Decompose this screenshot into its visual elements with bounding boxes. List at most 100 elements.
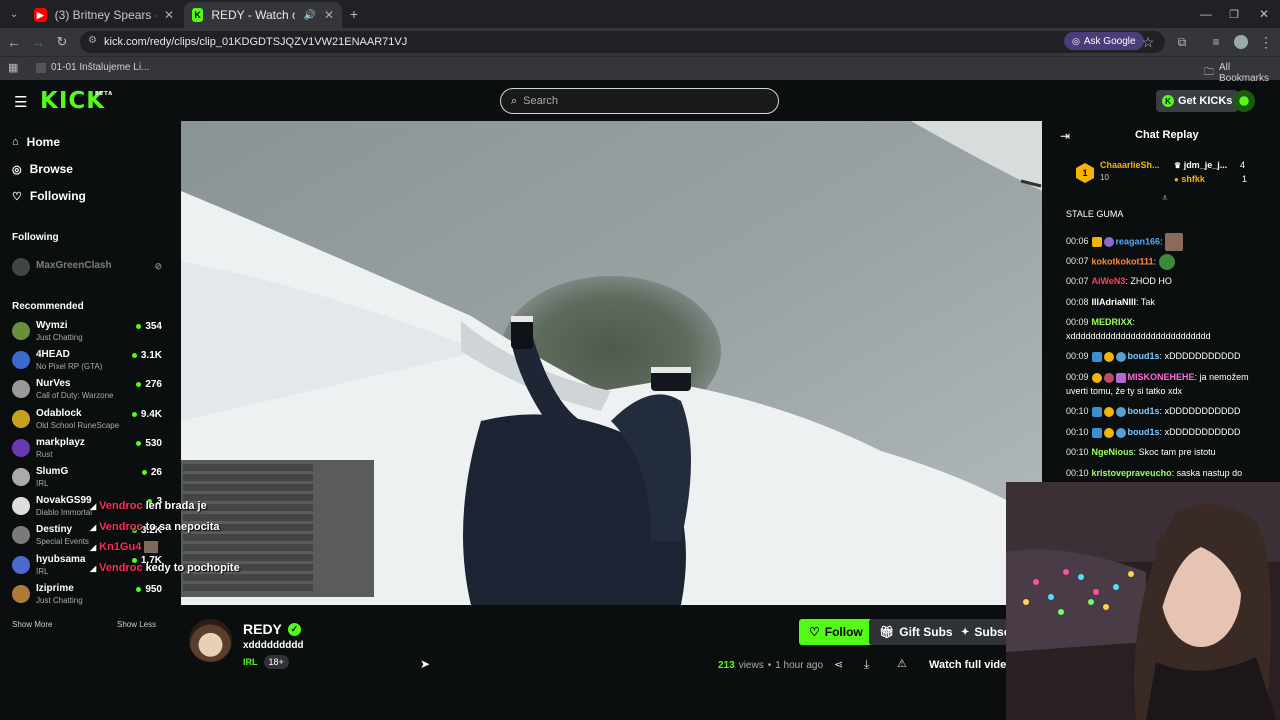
category-link[interactable]: IRL bbox=[243, 657, 258, 667]
collapse-chat-icon[interactable]: ⇥ bbox=[1060, 129, 1070, 143]
chat-username[interactable]: MISKONEHEHE bbox=[1128, 372, 1195, 382]
viewer-count-text: 530 bbox=[145, 437, 162, 449]
search-placeholder: Search bbox=[523, 95, 559, 107]
forward-button[interactable]: → bbox=[28, 32, 48, 52]
chat-message-text: xDDDDDDDDDDD bbox=[1164, 427, 1241, 437]
subscribe-label: Subsc bbox=[974, 625, 1008, 639]
speaker-icon[interactable]: 🔊 bbox=[303, 10, 315, 21]
chat-username[interactable]: reagan166 bbox=[1116, 236, 1161, 246]
chat-username[interactable]: boud1s bbox=[1128, 427, 1160, 437]
kicks-coin-icon: K bbox=[1162, 95, 1174, 107]
url-bar[interactable]: ⚙ kick.com/redy/clips/clip_01KDGDTSJQZV1… bbox=[80, 31, 1165, 53]
sidebar-item-wymzi[interactable]: Wymzi Just Chatting 354 bbox=[12, 320, 162, 348]
show-less-button[interactable]: Show Less bbox=[117, 620, 156, 629]
sidebar-item-slumg[interactable]: SlumG IRL 26 bbox=[12, 466, 162, 494]
chat-username[interactable]: MEDRIXX bbox=[1092, 317, 1133, 327]
ask-google-button[interactable]: ◎ Ask Google bbox=[1064, 32, 1144, 50]
browser-menu-icon[interactable]: ⋮ bbox=[1256, 32, 1276, 52]
follow-button[interactable]: ♡ Follow bbox=[799, 619, 873, 645]
kick-favicon-icon: K bbox=[192, 8, 204, 22]
channel-name: markplayz bbox=[36, 436, 85, 448]
expand-leaderboard-icon[interactable]: ⩡ bbox=[1162, 193, 1168, 204]
chat-message: 00:10 NgeNious: Skoc tam pre istotu bbox=[1066, 447, 1216, 457]
channel-name: Wymzi bbox=[36, 320, 68, 331]
sidebar-item-markplayz[interactable]: markplayz Rust 530 bbox=[12, 437, 162, 465]
avatar bbox=[12, 258, 30, 276]
avatar bbox=[12, 322, 30, 340]
window-close-button[interactable]: ✕ bbox=[1254, 4, 1274, 24]
overlay-text: kedy to pochopite bbox=[145, 562, 240, 574]
channel-name: NovakGS99 bbox=[36, 495, 92, 507]
leader-row: ● shfkk bbox=[1174, 174, 1205, 184]
overlay-user: Vendroc bbox=[99, 521, 143, 533]
viewer-count-text: 26 bbox=[150, 467, 162, 478]
new-tab-button[interactable]: + bbox=[344, 4, 364, 24]
sidebar-item-browse[interactable]: ◎ Browse bbox=[12, 162, 73, 176]
subscribe-button[interactable]: ✦ Subsc bbox=[953, 619, 1008, 645]
bookmark-item[interactable]: 01-01 Inštalujeme Li... bbox=[36, 62, 149, 73]
sidebar-item-iziprime[interactable]: Iziprime Just Chatting 950 bbox=[12, 583, 162, 611]
chat-username[interactable]: boud1s bbox=[1128, 351, 1160, 361]
close-tab-icon[interactable]: ✕ bbox=[164, 8, 174, 22]
chat-message-text: xDDDDDDDDDDD bbox=[1164, 406, 1241, 416]
media-control-icon[interactable]: ≡ bbox=[1206, 32, 1226, 52]
sidebar-item-4head[interactable]: 4HEAD No Pixel RP (GTA) 3.1K bbox=[12, 349, 162, 377]
sidebar-item-home[interactable]: ⌂ Home bbox=[12, 135, 60, 149]
channel-name[interactable]: REDY ✓ bbox=[243, 621, 301, 637]
sidebar-item-nurves[interactable]: NurVes Call of Duty: Warzone 276 bbox=[12, 378, 162, 406]
chat-username[interactable]: kokotkokot111 bbox=[1092, 256, 1154, 266]
sidebar-item-following[interactable]: ♡ Following bbox=[12, 189, 86, 203]
star-icon: ✦ bbox=[961, 626, 970, 638]
kick-logo[interactable]: KICK BETA bbox=[40, 88, 112, 114]
search-input[interactable]: ⌕ Search bbox=[500, 88, 779, 114]
extensions-icon[interactable]: ⧉ bbox=[1172, 32, 1192, 52]
hamburger-menu-icon[interactable]: ☰ bbox=[14, 93, 27, 111]
sidebar-item-odablock[interactable]: Odablock Old School RuneScape 9.4K bbox=[12, 408, 162, 436]
watch-full-video-button[interactable]: Watch full vide bbox=[929, 659, 1006, 671]
badge-icon bbox=[1091, 406, 1102, 417]
tab-kick[interactable]: K REDY - Watch clips on Kick 🔊 ✕ bbox=[184, 2, 342, 28]
tab-youtube[interactable]: ▶ (3) Britney Spears - I Wanna Go ✕ bbox=[26, 2, 182, 28]
leader-count: 4 bbox=[1240, 160, 1246, 170]
leader-row: ♛ jdm_je_j... bbox=[1174, 160, 1227, 170]
get-kicks-button[interactable]: K Get KICKs bbox=[1156, 90, 1239, 112]
following-channel[interactable]: MaxGreenClash ⊘ bbox=[12, 256, 162, 284]
back-button[interactable]: ← bbox=[4, 32, 24, 52]
chat-username[interactable]: IllAdriaNIll bbox=[1092, 297, 1137, 307]
tab-search-icon[interactable]: ⌄ bbox=[4, 4, 24, 24]
share-icon[interactable]: ⋖ bbox=[834, 658, 843, 671]
report-icon[interactable]: ⚠ bbox=[897, 657, 907, 670]
chat-username[interactable]: boud1s bbox=[1128, 406, 1160, 416]
overlay-text: len brada je bbox=[145, 500, 207, 512]
emote-icon bbox=[144, 541, 159, 553]
chat-timestamp: 00:10 bbox=[1066, 406, 1089, 416]
chat-message: 00:09 boud1s: xDDDDDDDDDDD bbox=[1066, 351, 1241, 362]
reload-button[interactable]: ↻ bbox=[52, 32, 72, 52]
profile-avatar[interactable] bbox=[1234, 35, 1248, 49]
site-info-icon[interactable]: ⚙ bbox=[88, 35, 97, 46]
avatar bbox=[12, 438, 30, 457]
chat-message-text: xDDDDDDDDDDD bbox=[1164, 351, 1241, 361]
chat-message: 00:07 AiWeN3: ZHOD HO bbox=[1066, 276, 1172, 286]
chat-username[interactable]: NgeNious bbox=[1092, 447, 1134, 457]
bookmark-star-icon[interactable]: ☆ bbox=[1138, 32, 1158, 52]
show-more-button[interactable]: Show More bbox=[12, 620, 52, 629]
minimize-button[interactable]: — bbox=[1196, 4, 1216, 24]
chat-username[interactable]: kristovepraveucho bbox=[1092, 468, 1172, 478]
apps-grid-icon[interactable]: ▦ bbox=[8, 61, 18, 74]
live-dot-icon bbox=[136, 382, 142, 388]
chat-username[interactable]: AiWeN3 bbox=[1092, 276, 1126, 286]
user-avatar[interactable] bbox=[1233, 90, 1255, 112]
channel-avatar[interactable] bbox=[189, 619, 232, 662]
nav-label: Browse bbox=[29, 162, 73, 176]
viewer-count: 354 bbox=[136, 321, 162, 332]
close-tab-icon[interactable]: ✕ bbox=[324, 8, 334, 22]
restore-button[interactable]: ❐ bbox=[1224, 4, 1244, 24]
channel-name: 4HEAD bbox=[36, 349, 70, 361]
gift-subs-button[interactable]: 🎁︎ Gift Subs bbox=[869, 619, 963, 645]
heart-icon: ♡ bbox=[809, 625, 820, 639]
video-player[interactable] bbox=[181, 121, 1042, 605]
avatar bbox=[12, 351, 30, 370]
overlay-chat-line: ◢ Vendroc len brada je bbox=[90, 500, 207, 512]
download-icon[interactable]: ⤓ bbox=[864, 657, 869, 672]
